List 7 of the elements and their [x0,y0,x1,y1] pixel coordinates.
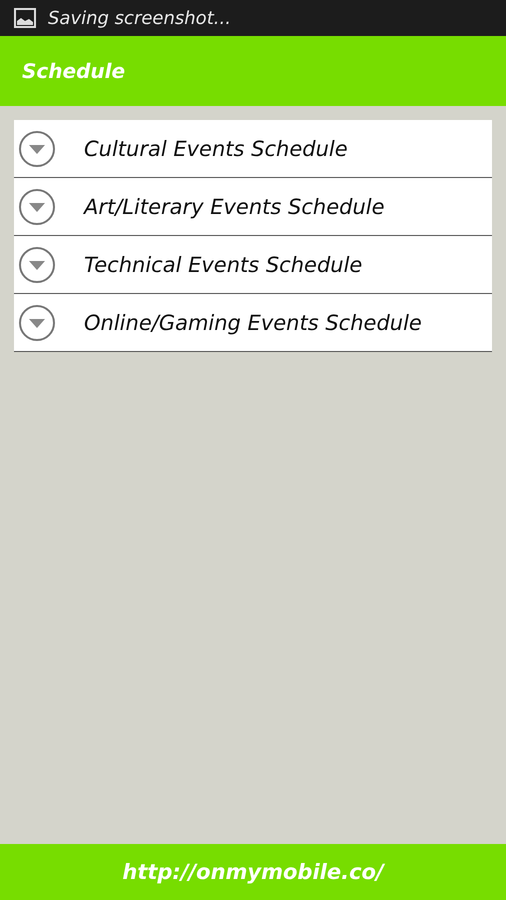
schedule-row[interactable]: Technical Events Schedule [14,236,492,294]
app-title: Schedule [22,59,126,83]
schedule-row[interactable]: Online/Gaming Events Schedule [14,294,492,352]
schedule-row[interactable]: Art/Literary Events Schedule [14,178,492,236]
schedule-row[interactable]: Cultural Events Schedule [14,120,492,178]
image-icon [14,8,36,28]
notification-text: Saving screenshot... [48,8,231,28]
